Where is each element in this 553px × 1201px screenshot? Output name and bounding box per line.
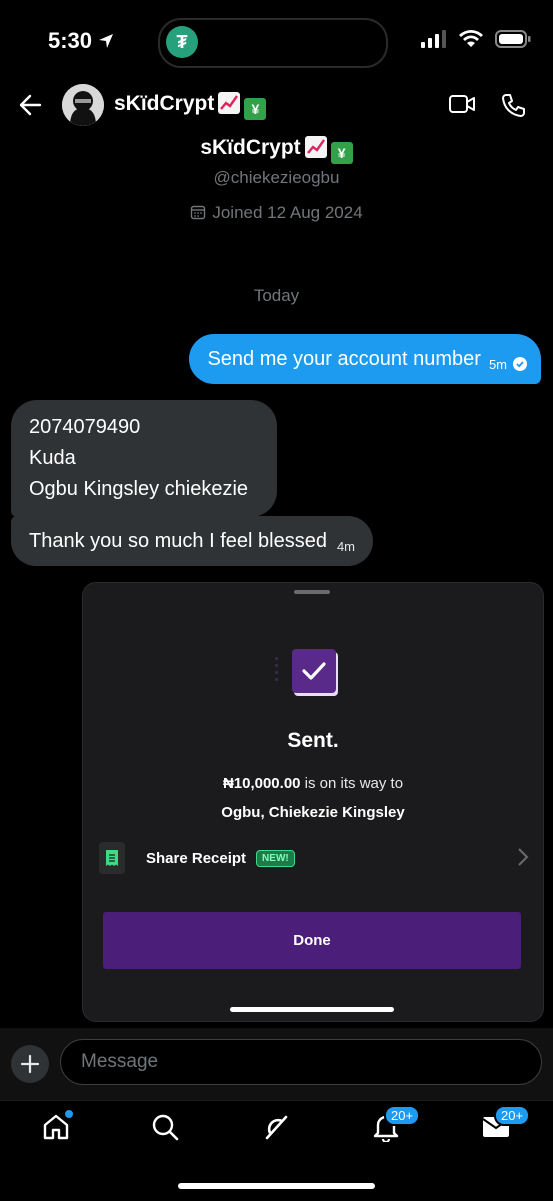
battery-icon [495,30,531,48]
message-text: Thank you so much I feel blessed [29,529,327,552]
signal-icon [421,30,446,48]
grok-icon [265,1115,288,1140]
sent-title: Sent. [287,729,339,752]
profile-joined-date: Joined 12 Aug 2024 [0,203,553,223]
add-attachment-button[interactable] [11,1045,49,1083]
sheet-drag-handle[interactable] [294,590,330,594]
message-line: Ogbu Kingsley chiekezie [29,478,249,500]
unread-dot [63,1108,75,1120]
back-button[interactable] [18,92,44,123]
chart-yen-emoji-icon: ¥ [244,98,267,120]
plus-icon [20,1054,40,1074]
arrow-left-icon [19,94,42,116]
avatar[interactable] [62,84,104,126]
new-badge: NEW! [256,849,295,867]
home-indicator [178,1183,375,1189]
conversation-title[interactable]: sKïdCrypt ¥ [114,92,267,120]
message-time: 4m [336,538,356,554]
message-text: Send me your account number [207,347,481,370]
receipt-icon [99,842,125,874]
system-status-icons [421,30,531,48]
phone-icon [502,94,525,117]
voice-call-button[interactable] [500,92,526,123]
tether-app-icon: ₮ [166,26,198,58]
tab-home[interactable] [40,1108,75,1143]
checkmark-icon [292,649,336,693]
message-line: Kuda [29,447,76,469]
search-icon [152,1114,179,1141]
contact-name: sKïdCrypt [114,92,215,115]
sheet-home-indicator [230,1007,394,1012]
message-bubble-outgoing[interactable]: Send me your account number 5m [189,334,541,384]
video-camera-icon [449,95,475,113]
calendar-icon [191,205,206,220]
message-bubble-incoming[interactable]: 2074079490 Kuda Ogbu Kingsley chiekezie [11,400,277,517]
sent-recipient: Ogbu, Chiekezie Kingsley [221,804,405,821]
profile-name[interactable]: sKïdCrypt ¥ [0,136,553,164]
sent-amount: ₦10,000.00 [222,775,301,792]
decoration-dots [275,657,279,685]
message-line: 2074079490 [29,416,141,438]
day-separator: Today [253,286,300,305]
message-time: 5m [488,356,507,372]
share-receipt-label: Share Receipt [146,849,247,867]
chart-yen-emoji-icon: ¥ [330,142,353,164]
status-time: 5:30 [48,28,114,55]
transfer-sent-sheet: Sent. ₦10,000.00 is on its way to Ogbu, … [82,582,544,1022]
wifi-icon [459,30,483,47]
video-call-button[interactable] [448,92,476,121]
chevron-right-icon [517,847,529,872]
done-button[interactable]: Done [103,912,521,969]
message-bubble-incoming[interactable]: Thank you so much I feel blessed 4m [11,516,374,566]
chart-increasing-emoji-icon [304,136,327,158]
location-arrow-icon [98,29,114,55]
tab-search[interactable] [149,1111,181,1143]
tab-notifications[interactable]: 20+ [370,1105,421,1143]
message-input[interactable] [60,1039,542,1085]
chart-increasing-emoji-icon [218,92,241,114]
tab-grok[interactable] [260,1111,292,1143]
profile-handle[interactable]: @chiekezieogbu [0,168,553,188]
notifications-badge: 20+ [384,1105,421,1126]
messages-badge: 20+ [494,1105,531,1126]
sent-amount-line: ₦10,000.00 is on its way to [222,775,404,792]
tab-messages[interactable]: 20+ [480,1105,531,1143]
share-receipt-row[interactable]: Share Receipt NEW! [99,841,529,875]
seen-check-icon [513,357,527,371]
